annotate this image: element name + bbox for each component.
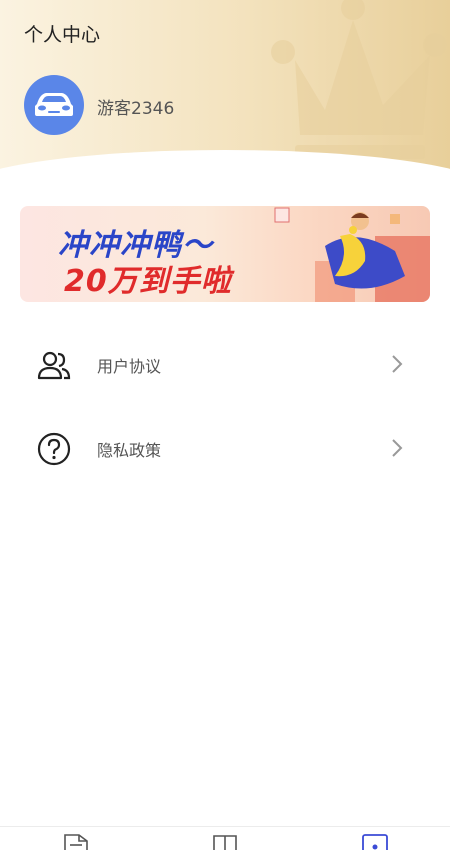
question-circle-icon xyxy=(37,432,71,466)
username: 游客2346 xyxy=(97,99,175,119)
avatar[interactable] xyxy=(24,75,84,135)
tab-documents[interactable] xyxy=(61,831,91,850)
car-icon xyxy=(35,93,73,116)
crown-decoration-icon xyxy=(271,0,447,159)
book-icon xyxy=(213,835,237,850)
chevron-right-icon xyxy=(392,355,403,373)
tab-profile[interactable] xyxy=(360,831,390,850)
promo-banner[interactable]: 冲冲冲鸭～ 20万到手啦 xyxy=(20,206,430,302)
menu-label-privacy-policy: 隐私政策 xyxy=(97,441,162,460)
menu-item-privacy-policy[interactable]: 隐私政策 xyxy=(0,413,450,483)
profile-icon xyxy=(362,834,388,850)
chevron-right-icon xyxy=(392,439,403,457)
banner-subheadline: 20万到手啦 xyxy=(64,264,232,299)
document-icon xyxy=(64,834,88,850)
bottom-tab-bar xyxy=(0,826,450,850)
users-icon xyxy=(37,351,71,380)
menu-label-user-agreement: 用户协议 xyxy=(97,357,162,376)
menu-item-user-agreement[interactable]: 用户协议 xyxy=(0,329,450,399)
page-title: 个人中心 xyxy=(24,24,101,46)
banner-illustration xyxy=(274,207,430,302)
tab-books[interactable] xyxy=(210,831,240,850)
